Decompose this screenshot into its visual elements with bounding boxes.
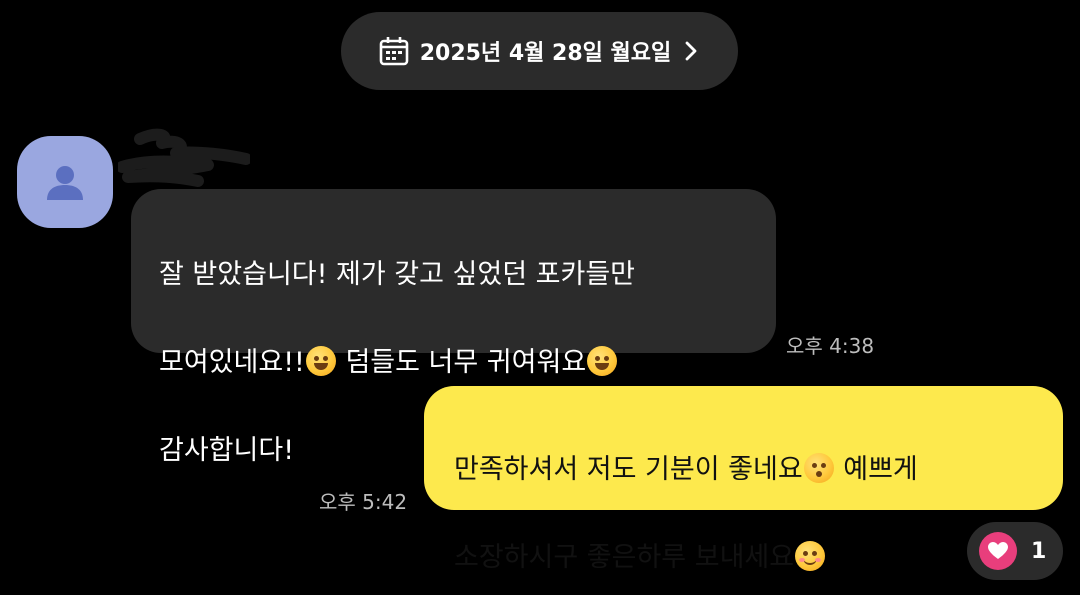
sender-avatar[interactable] [17, 136, 113, 228]
message-text-line: 덤들도 너무 귀여워요 [336, 347, 587, 378]
person-icon [47, 166, 83, 200]
message-text-line: 만족하셔서 저도 기분이 좋네요 [454, 454, 803, 485]
date-header-button[interactable]: 2025년 4월 28일 월요일 [341, 12, 738, 90]
heart-icon [979, 532, 1017, 570]
grinning-emoji [305, 346, 336, 376]
message-text-line: 모여있네요!! [159, 347, 305, 378]
heart-reaction-button[interactable]: 1 [967, 522, 1063, 580]
chevron-right-icon [681, 38, 701, 64]
message-timestamp: 오후 5:42 [319, 490, 408, 514]
date-header-label: 2025년 4월 28일 월요일 [419, 41, 672, 66]
calendar-icon [378, 35, 410, 67]
kissing-emoji [803, 453, 834, 483]
chat-screen: 2025년 4월 28일 월요일 잘 받았습니다! 제가 갖고 싶었던 포카들만… [0, 0, 1080, 595]
message-text-line: 예쁘게 [834, 454, 918, 485]
message-text-line: 감사합니다! [159, 435, 295, 466]
message-text-line: 잘 받았습니다! 제가 갖고 싶었던 포카들만 [159, 259, 636, 290]
outgoing-message-bubble[interactable]: 만족하셔서 저도 기분이 좋네요 예쁘게 소장하시구 좋은하루 보내세요 [424, 386, 1063, 573]
smiling-emoji [795, 541, 826, 571]
laughing-emoji [587, 346, 618, 376]
incoming-message-bubble[interactable]: 잘 받았습니다! 제가 갖고 싶었던 포카들만 모여있네요!! 덤들도 너무 귀… [131, 189, 776, 466]
message-timestamp: 오후 4:38 [786, 334, 875, 358]
redacted-name-scribble [118, 128, 250, 187]
reaction-count: 1 [1031, 538, 1047, 564]
message-text-line: 소장하시구 좋은하루 보내세요 [454, 542, 795, 573]
